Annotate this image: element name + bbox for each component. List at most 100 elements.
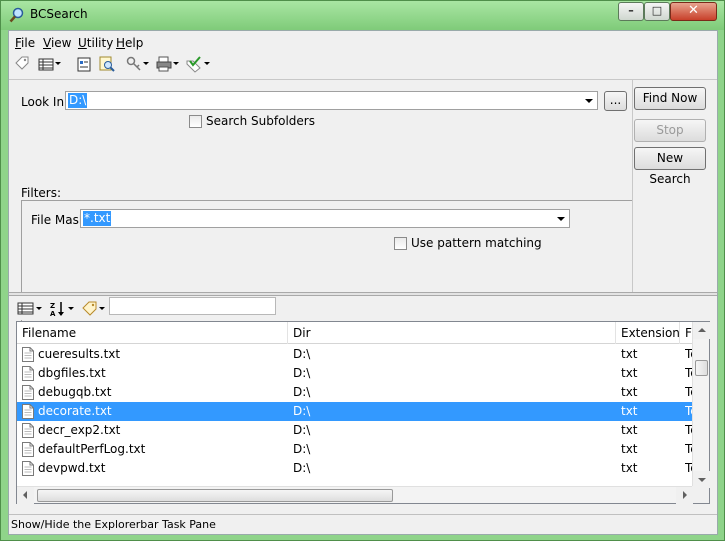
key-icon[interactable] (125, 55, 143, 73)
filters-label: Filters: (21, 186, 62, 200)
menu-help[interactable]: Help (116, 36, 143, 50)
chevron-up-icon (698, 328, 706, 332)
scroll-left-button[interactable] (17, 487, 34, 504)
table-row[interactable]: dbgfiles.txtD:\txtTe (17, 364, 693, 383)
scroll-right-button[interactable] (676, 487, 693, 504)
filter-tag-icon[interactable] (81, 300, 99, 318)
chevron-down-icon[interactable] (143, 62, 149, 65)
cell-dir: D:\ (293, 404, 311, 418)
chevron-down-icon[interactable] (204, 62, 210, 65)
chevron-down-icon[interactable] (585, 99, 593, 103)
chevron-down-icon[interactable] (557, 217, 565, 221)
table-row[interactable]: cueresults.txtD:\txtTe (17, 345, 693, 364)
results-filter-input[interactable] (109, 297, 276, 315)
cell-extension: txt (621, 461, 638, 475)
table-row[interactable]: devpwd.txtD:\txtTe (17, 459, 693, 478)
cell-dir: D:\ (293, 423, 311, 437)
cell-extension: txt (621, 404, 638, 418)
cell-extension: txt (621, 442, 638, 456)
cell-dir: D:\ (293, 347, 311, 361)
svg-text:A: A (50, 310, 56, 318)
look-in-value: D:\ (68, 93, 88, 108)
close-button[interactable]: ✕ (670, 2, 717, 21)
menu-utility[interactable]: Utility (78, 36, 113, 50)
look-in-combo[interactable]: D:\ (65, 91, 598, 110)
maximize-button[interactable]: □ (644, 2, 670, 21)
text-file-icon (22, 423, 34, 438)
pattern-matching-label: Use pattern matching (411, 236, 542, 250)
pane-divider (632, 79, 633, 293)
app-window: BCSearch – □ ✕ File View Utility Help Lo… (0, 0, 725, 541)
column-header-filename[interactable]: Filename (17, 322, 288, 344)
text-file-icon (22, 461, 34, 476)
find-now-button[interactable]: Find Now (634, 87, 706, 110)
pattern-matching-checkbox[interactable] (394, 237, 407, 250)
chevron-left-icon (23, 491, 27, 499)
minimize-icon: – (628, 4, 634, 17)
magnifier-icon (9, 7, 25, 23)
svg-text:Z: Z (50, 302, 55, 310)
chevron-right-icon (683, 491, 687, 499)
status-text: Show/Hide the Explorerbar Task Pane (11, 518, 216, 531)
check-tag-icon[interactable] (185, 55, 203, 73)
browse-button[interactable]: ... (604, 91, 627, 111)
properties-icon[interactable] (75, 55, 93, 73)
cell-extension: txt (621, 347, 638, 361)
look-in-label: Look In: (21, 95, 69, 109)
table-row[interactable]: debugqb.txtD:\txtTe (17, 383, 693, 402)
cell-filename: dbgfiles.txt (38, 366, 106, 380)
new-search-button[interactable]: New Search (634, 147, 706, 186)
tag-icon[interactable] (13, 55, 31, 73)
results-list[interactable]: Filename Dir Extension Fil cueresults.tx… (16, 321, 710, 504)
file-mask-combo[interactable]: *.txt (80, 209, 570, 228)
cell-dir: D:\ (293, 366, 311, 380)
column-header-extension[interactable]: Extension (616, 322, 680, 344)
chevron-down-icon[interactable] (173, 62, 179, 65)
view-list-icon[interactable] (37, 55, 55, 73)
text-file-icon (22, 442, 34, 457)
sort-za-icon[interactable]: ZA (49, 300, 67, 318)
chevron-down-icon[interactable] (36, 307, 42, 310)
table-row[interactable]: decr_exp2.txtD:\txtTe (17, 421, 693, 440)
table-row[interactable]: decorate.txtD:\txtTe (17, 402, 693, 421)
search-panel: Look In: D:\ ... Search Subfolders Filte… (9, 79, 717, 343)
search-subfolders-label: Search Subfolders (206, 114, 315, 128)
cell-filename: decr_exp2.txt (38, 423, 121, 437)
minimize-button[interactable]: – (618, 2, 644, 21)
columns-icon[interactable] (17, 300, 35, 318)
cell-dir: D:\ (293, 461, 311, 475)
chevron-down-icon[interactable] (99, 307, 105, 310)
chevron-down-icon (698, 478, 706, 482)
cell-filename: debugqb.txt (38, 385, 112, 399)
scrollbar-corner (692, 486, 709, 503)
main-toolbar (9, 53, 717, 75)
horizontal-scrollbar[interactable] (17, 486, 693, 504)
cell-filename: cueresults.txt (38, 347, 121, 361)
vertical-scrollbar[interactable] (692, 322, 710, 488)
find-file-icon[interactable] (98, 55, 116, 73)
results-toolbar: ZA (9, 296, 717, 320)
menu-view[interactable]: View (43, 36, 71, 50)
vertical-scroll-thumb[interactable] (695, 360, 708, 376)
stop-button[interactable]: Stop (634, 119, 706, 142)
cell-dir: D:\ (293, 442, 311, 456)
file-mask-value: *.txt (83, 211, 112, 226)
title-bar[interactable]: BCSearch – □ ✕ (1, 1, 724, 30)
status-bar: Show/Hide the Explorerbar Task Pane (9, 514, 717, 534)
table-row[interactable]: defaultPerfLog.txtD:\txtTe (17, 440, 693, 459)
text-file-icon (22, 366, 34, 381)
search-subfolders-checkbox[interactable] (189, 115, 202, 128)
cell-extension: txt (621, 423, 638, 437)
text-file-icon (22, 347, 34, 362)
horizontal-scroll-thumb[interactable] (37, 489, 393, 502)
maximize-icon: □ (651, 4, 663, 17)
column-header-dir[interactable]: Dir (288, 322, 616, 344)
results-header: Filename Dir Extension Fil (17, 322, 693, 344)
printer-icon[interactable] (155, 55, 173, 73)
chevron-down-icon[interactable] (55, 62, 61, 65)
menu-file[interactable]: File (15, 36, 35, 50)
close-icon: ✕ (688, 3, 699, 18)
cell-filename: devpwd.txt (38, 461, 106, 475)
scroll-up-button[interactable] (693, 322, 710, 339)
chevron-down-icon[interactable] (68, 307, 74, 310)
